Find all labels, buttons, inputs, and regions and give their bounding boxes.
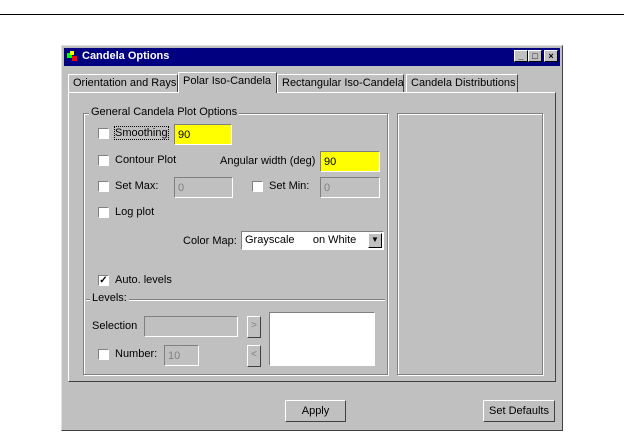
tab-candela-distributions[interactable]: Candela Distributions xyxy=(406,74,518,92)
contour-plot-label: Contour Plot xyxy=(115,154,177,166)
general-options-group: General Candela Plot Options Smoothing C… xyxy=(83,106,388,375)
set-max-checkbox[interactable] xyxy=(98,181,109,192)
contour-plot-checkbox[interactable] xyxy=(98,155,109,166)
close-button[interactable]: × xyxy=(544,50,558,62)
levels-title: Levels: xyxy=(90,292,129,304)
set-min-input[interactable] xyxy=(320,177,380,198)
smoothing-input[interactable] xyxy=(174,124,232,145)
levels-list[interactable] xyxy=(269,312,375,366)
set-min-label: Set Min: xyxy=(269,180,310,192)
add-level-button[interactable]: > xyxy=(247,316,261,338)
tab-rectangular-iso-candela[interactable]: Rectangular Iso-Candela xyxy=(277,74,404,92)
remove-level-button[interactable]: < xyxy=(247,345,261,367)
color-map-value: Grayscale on White xyxy=(245,234,357,246)
auto-levels-checkbox[interactable]: ✓ xyxy=(98,275,109,286)
auto-levels-label: Auto. levels xyxy=(115,274,172,286)
candela-options-dialog: Candela Options _ □ × Orientation and Ra… xyxy=(61,45,563,431)
preview-panel xyxy=(397,113,543,375)
dropdown-arrow-icon[interactable]: ▼ xyxy=(368,233,382,248)
number-checkbox[interactable] xyxy=(98,349,109,360)
smoothing-label: Smoothing xyxy=(114,126,169,140)
selection-label: Selection xyxy=(92,320,138,332)
window-title: Candela Options xyxy=(82,50,170,62)
levels-separator xyxy=(86,299,385,301)
group-title: General Candela Plot Options xyxy=(89,106,240,118)
minimize-button[interactable]: _ xyxy=(514,50,528,62)
tab-panel: General Candela Plot Options Smoothing C… xyxy=(68,92,556,382)
set-max-input[interactable] xyxy=(174,177,233,198)
app-icon xyxy=(67,51,77,61)
tab-polar-iso-candela[interactable]: Polar Iso-Candela xyxy=(178,72,277,93)
log-plot-checkbox[interactable] xyxy=(98,207,109,218)
set-max-label: Set Max: xyxy=(115,180,159,192)
title-bar[interactable]: Candela Options _ □ × xyxy=(64,48,560,66)
number-label: Number: xyxy=(115,348,158,360)
number-input[interactable] xyxy=(164,345,199,366)
color-map-dropdown[interactable]: Grayscale on White ▼ xyxy=(241,231,384,250)
log-plot-label: Log plot xyxy=(115,206,155,218)
set-min-checkbox[interactable] xyxy=(252,181,263,192)
angular-width-label: Angular width (deg) xyxy=(220,155,316,167)
color-map-label: Color Map: xyxy=(183,235,237,247)
angular-width-input[interactable] xyxy=(320,151,380,172)
maximize-button[interactable]: □ xyxy=(528,50,542,62)
top-divider-line xyxy=(0,14,624,15)
tab-orientation-and-rays[interactable]: Orientation and Rays xyxy=(68,74,178,92)
smoothing-checkbox[interactable] xyxy=(98,128,109,139)
set-defaults-button[interactable]: Set Defaults xyxy=(483,400,555,422)
selection-input[interactable] xyxy=(144,316,238,337)
apply-button[interactable]: Apply xyxy=(285,400,346,422)
